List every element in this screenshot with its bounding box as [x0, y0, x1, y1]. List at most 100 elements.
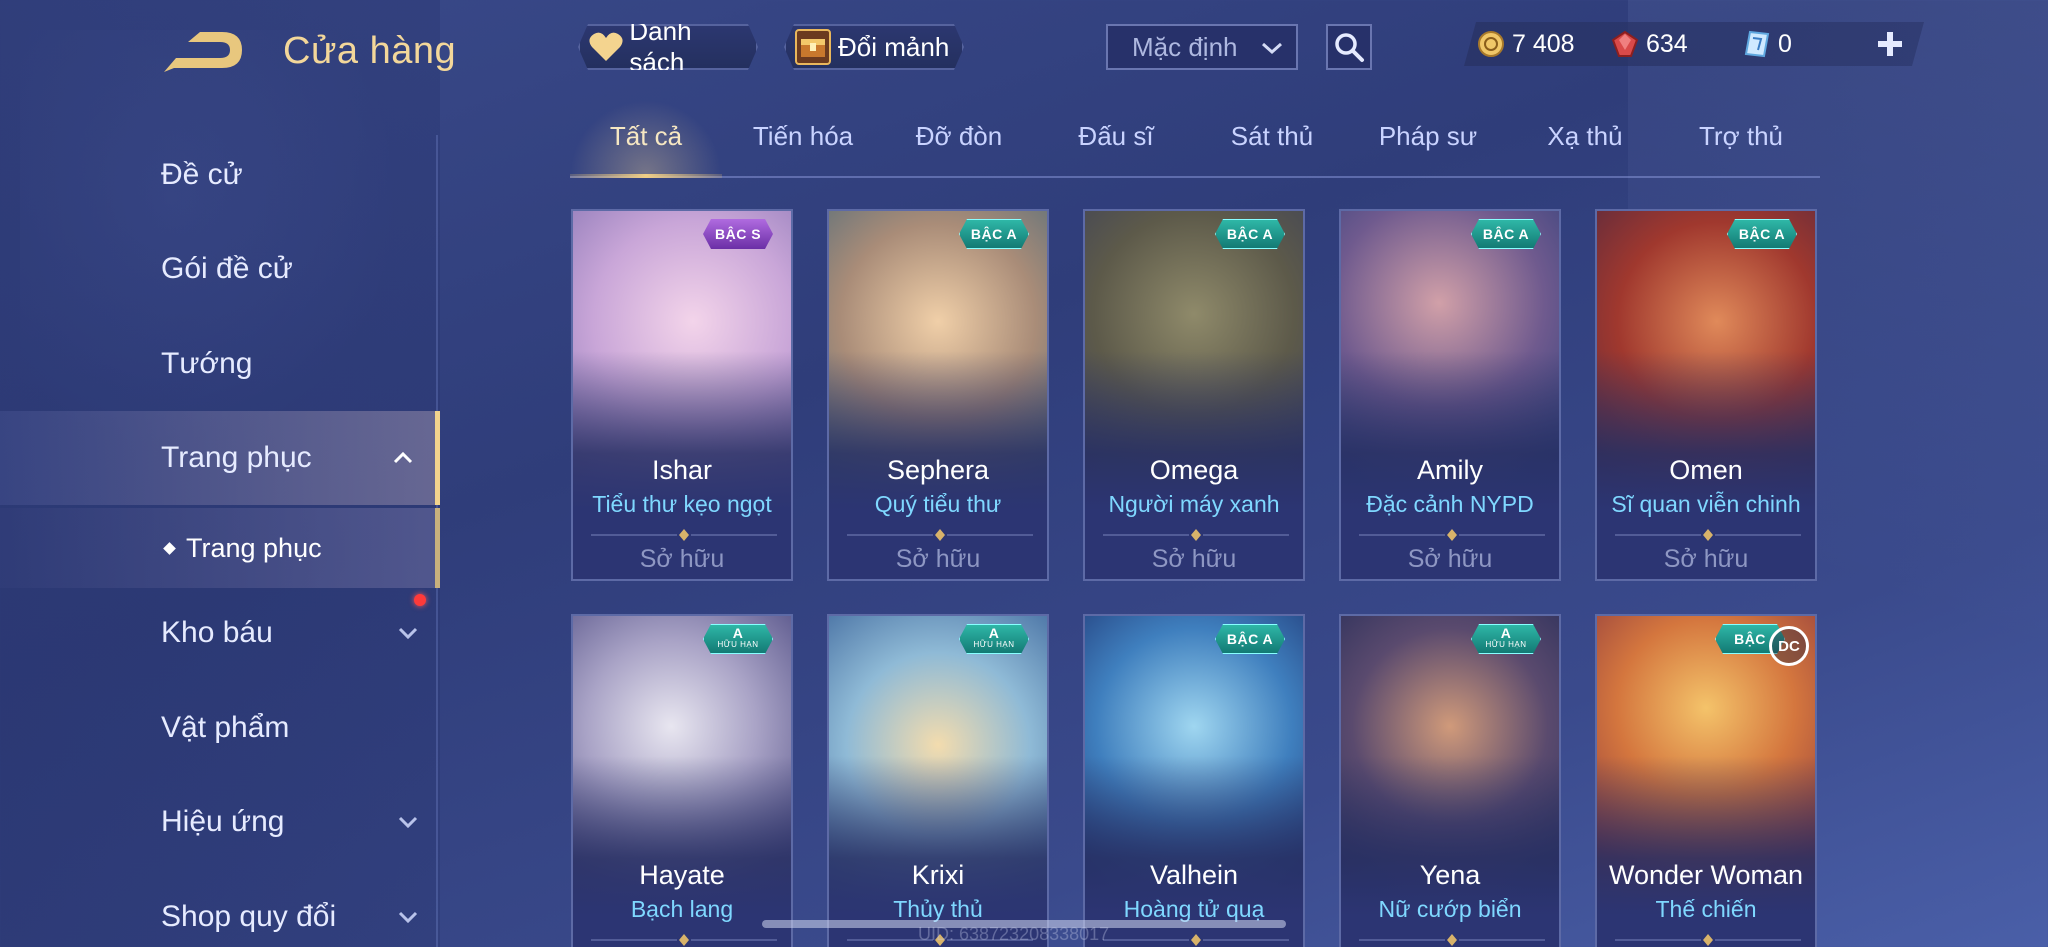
hero-name: Valhein — [1149, 860, 1239, 890]
sidebar-item-featured-packs[interactable]: Gói đề cử — [0, 222, 440, 316]
sidebar-item-label: Trang phục — [161, 441, 312, 474]
skin-card[interactable]: A HỮU HẠN Hayate Bạch lang — [571, 614, 793, 947]
rank-badge: A HỮU HẠN — [703, 624, 773, 654]
voucher-card-icon — [1742, 29, 1772, 59]
owned-status: Sở hữu — [895, 545, 981, 573]
sidebar-item-exchange-shop[interactable]: Shop quy đổi — [0, 870, 440, 947]
back-arrow-icon — [164, 32, 242, 72]
search-button[interactable] — [1326, 24, 1372, 70]
sidebar-item-heroes[interactable]: Tướng — [0, 317, 440, 411]
divider-ornament-icon — [591, 934, 777, 946]
skin-card[interactable]: BẬC S Ishar Tiểu thư kẹo ngọt Sở hữu — [571, 209, 793, 581]
skin-card[interactable]: BẬC A Omega Người máy xanh Sở hữu — [1083, 209, 1305, 581]
wishlist-button[interactable]: Danh sách — [578, 24, 758, 70]
sidebar-item-label: Hiệu ứng — [161, 805, 285, 838]
skin-name: Thế chiến — [1655, 896, 1757, 922]
skin-name: Bạch lang — [630, 896, 734, 922]
skin-card[interactable]: BẬC A Omen Sĩ quan viễn chinh Sở hữu — [1595, 209, 1817, 581]
limited-label: HỮU HẠN — [973, 640, 1015, 649]
skin-card[interactable]: BẬC DC Wonder Woman Thế chiến — [1595, 614, 1817, 947]
rank-badge: BẬC A — [1727, 219, 1797, 249]
sidebar-item-featured[interactable]: Đề cử — [0, 128, 440, 222]
tab-evolution[interactable]: Tiến hóa — [725, 108, 881, 164]
skin-name: Thủy thủ — [893, 896, 983, 922]
hero-name: Yena — [1419, 860, 1481, 890]
tab-all[interactable]: Tất cả — [568, 108, 724, 164]
skin-name: Hoàng tử quạ — [1123, 896, 1265, 922]
tab-support[interactable]: Trợ thủ — [1663, 108, 1819, 164]
skin-card[interactable]: A HỮU HẠN Krixi Thủy thủ — [827, 614, 1049, 947]
rank-badge: BẬC A — [959, 219, 1029, 249]
skin-card[interactable]: BẬC A Amily Đặc cảnh NYPD Sở hữu — [1339, 209, 1561, 581]
divider-ornament-icon — [1615, 934, 1801, 946]
chevron-down-icon — [1262, 42, 1282, 55]
hero-name: Sephera — [886, 455, 990, 485]
gold-amount: 7 408 — [1512, 29, 1575, 58]
rank-badge: BẬC A — [1471, 219, 1541, 249]
divider-ornament-icon — [1359, 934, 1545, 946]
tab-assassin[interactable]: Sát thủ — [1194, 108, 1350, 164]
exchange-fragments-label: Đổi mảnh — [838, 31, 950, 62]
sidebar-item-label: Gói đề cử — [161, 252, 293, 285]
sidebar-item-items[interactable]: Vật phẩm — [0, 681, 440, 775]
tab-mage[interactable]: Pháp sư — [1350, 108, 1506, 164]
bullet-icon — [163, 541, 176, 555]
owned-status: Sở hữu — [639, 545, 725, 573]
sidebar-item-effects[interactable]: Hiệu ứng — [0, 775, 440, 869]
divider-ornament-icon — [1103, 529, 1289, 541]
skin-card[interactable]: BẬC A Sephera Quý tiểu thư Sở hữu — [827, 209, 1049, 581]
wishlist-label: Danh sách — [629, 16, 692, 77]
ruby-gem-icon — [1610, 29, 1640, 59]
gold-currency: 7 408 — [1476, 22, 1575, 66]
search-icon — [1335, 33, 1364, 62]
tab-active-underline — [570, 174, 722, 178]
top-up-button[interactable] — [1870, 24, 1910, 64]
tab-marksman[interactable]: Xạ thủ — [1507, 108, 1663, 164]
back-button[interactable] — [160, 28, 246, 76]
rank-badge: BẬC S — [703, 219, 773, 249]
sidebar-item-label: Đề cử — [161, 158, 243, 191]
sidebar-item-skins[interactable]: Trang phục — [0, 411, 440, 505]
sidebar-item-label: Kho báu — [161, 616, 273, 649]
sidebar-subitem-skins[interactable]: Trang phục — [0, 508, 440, 588]
sidebar-item-label: Tướng — [161, 347, 253, 380]
chevron-down-icon — [398, 911, 418, 924]
rank-badge: BẬC A — [1215, 219, 1285, 249]
limited-label: HỮU HẠN — [717, 640, 759, 649]
hero-name: Krixi — [911, 860, 965, 890]
sort-dropdown[interactable]: Mặc định — [1106, 24, 1298, 70]
limited-label: HỮU HẠN — [1485, 640, 1527, 649]
rank-badge: A HỮU HẠN — [959, 624, 1029, 654]
hero-name: Amily — [1417, 455, 1483, 485]
owned-status: Sở hữu — [1407, 545, 1493, 573]
rank-badge-label: A — [1500, 625, 1512, 641]
hero-name: Ishar — [651, 455, 713, 485]
hero-name: Hayate — [639, 860, 725, 890]
treasure-chest-icon — [792, 26, 834, 68]
sidebar-item-treasure[interactable]: Kho báu — [0, 586, 440, 680]
chevron-up-icon — [393, 451, 413, 464]
skin-card[interactable]: A HỮU HẠN Yena Nữ cướp biển — [1339, 614, 1561, 947]
sidebar-item-label: Vật phẩm — [161, 711, 290, 744]
skin-name: Đặc cảnh NYPD — [1366, 491, 1534, 517]
sidebar-item-label: Shop quy đổi — [161, 900, 337, 933]
home-indicator[interactable] — [762, 920, 1286, 928]
rank-badge: A HỮU HẠN — [1471, 624, 1541, 654]
plus-icon — [1878, 32, 1902, 56]
divider-ornament-icon — [1359, 529, 1545, 541]
tab-tank[interactable]: Đỡ đòn — [881, 108, 1037, 164]
ruby-currency: 634 — [1610, 22, 1688, 66]
rank-badge-label: A — [732, 625, 744, 641]
role-tabs: Tất cả Tiến hóa Đỡ đòn Đấu sĩ Sát thủ Ph… — [570, 100, 1820, 178]
owned-status: Sở hữu — [1151, 545, 1237, 573]
sort-value: Mặc định — [1132, 31, 1238, 62]
divider-ornament-icon — [1103, 934, 1289, 946]
exchange-fragments-button[interactable]: Đổi mảnh — [784, 24, 964, 70]
skin-name: Tiểu thư kẹo ngọt — [592, 491, 772, 517]
gold-coin-icon — [1476, 29, 1506, 59]
voucher-currency: 0 — [1742, 22, 1792, 66]
dc-logo: DC — [1769, 626, 1809, 666]
skin-card[interactable]: BẬC A Valhein Hoàng tử quạ — [1083, 614, 1305, 947]
tab-fighter[interactable]: Đấu sĩ — [1038, 108, 1194, 164]
voucher-amount: 0 — [1778, 29, 1792, 58]
